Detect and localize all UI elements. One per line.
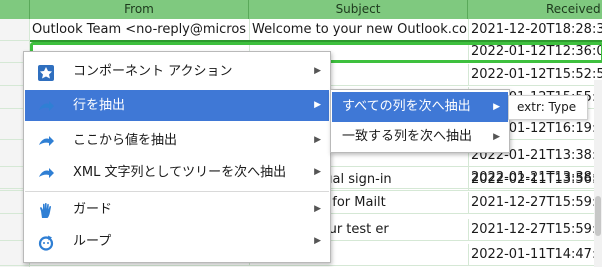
submenu-arrow-icon: ▶ — [314, 236, 321, 246]
menu-item-label: ループ — [73, 234, 112, 249]
submenu-item-extract-matching-columns[interactable]: 一致する列を次へ抽出 ▶ — [332, 122, 508, 152]
submenu-arrow-icon: ▶ — [314, 66, 321, 76]
submenu-arrow-icon: ▶ — [314, 100, 321, 110]
extract-value-icon — [37, 132, 55, 150]
column-header-from[interactable]: From — [30, 0, 249, 19]
menu-item-extract-value[interactable]: ここから値を抽出 ▶ — [25, 125, 329, 156]
from-cell: Outlook Team <no-reply@micros — [32, 22, 247, 37]
received-cell: 2021-12-27T15:59:41 — [468, 192, 602, 214]
submenu-item-label: すべての列を次へ抽出 — [342, 99, 471, 114]
submenu-arrow-icon: ▶ — [493, 132, 500, 142]
submenu-arrow-icon: ▶ — [314, 167, 321, 177]
menu-item-label: XML 文字列としてツリーを次へ抽出 — [73, 165, 287, 180]
menu-item-label: ここから値を抽出 — [73, 133, 178, 148]
menu-item-label: コンポーネント アクション — [73, 64, 233, 79]
submenu-item-label: 一致する列を次へ抽出 — [342, 129, 473, 144]
submenu-arrow-icon: ▶ — [314, 135, 321, 145]
submenu-arrow-icon: ▶ — [493, 102, 500, 112]
scrollbar-thumb[interactable] — [595, 196, 601, 236]
loop-icon — [37, 233, 55, 251]
hand-guard-icon — [37, 201, 55, 219]
extract-row-submenu: すべての列を次へ抽出 ▶ 一致する列を次へ抽出 ▶ — [330, 89, 510, 153]
column-header-received[interactable]: Received — [468, 0, 602, 19]
extract-row-icon — [37, 97, 55, 115]
submenu-item-extract-all-columns[interactable]: すべての列を次へ抽出 ▶ — [332, 92, 508, 122]
menu-item-label: 行を抽出 — [73, 98, 126, 113]
menu-item-extract-xml[interactable]: XML 文字列としてツリーを次へ抽出 ▶ — [25, 157, 329, 188]
extract-xml-icon — [37, 164, 55, 182]
received-cell: 2022-01-12T15:52:55 — [468, 64, 602, 86]
received-cell: 2022-02-11T13:56:03 — [468, 169, 602, 191]
component-action-icon — [37, 63, 55, 81]
row-header-corner — [0, 0, 30, 19]
column-header-subject[interactable]: Subject — [249, 0, 468, 19]
menu-item-label: ガード — [73, 202, 113, 217]
context-menu: コンポーネント アクション ▶ 行を抽出 ▶ ここから値を抽出 ▶ XML 文字… — [23, 51, 331, 263]
received-cell: 2021-12-20T18:28:39 — [468, 19, 602, 41]
submenu-arrow-icon: ▶ — [314, 204, 321, 214]
type-tooltip: extr: Type — [508, 95, 588, 120]
vertical-scrollbar[interactable] — [594, 80, 602, 267]
menu-item-extract-row[interactable]: 行を抽出 ▶ — [25, 90, 329, 121]
menu-item-component-action[interactable]: コンポーネント アクション ▶ — [25, 56, 329, 87]
table-row[interactable]: Outlook Team <no-reply@micros Welcome to… — [0, 19, 602, 41]
menu-divider — [25, 191, 329, 192]
received-cell: 2022-01-11T14:47:40 — [468, 244, 602, 266]
received-cell: 2021-12-27T15:59:51 — [468, 219, 602, 241]
menu-item-loop[interactable]: ループ ▶ — [25, 226, 329, 257]
subject-cell: Welcome to your new Outlook.co — [249, 19, 468, 41]
menu-item-guard[interactable]: ガード ▶ — [25, 194, 329, 225]
